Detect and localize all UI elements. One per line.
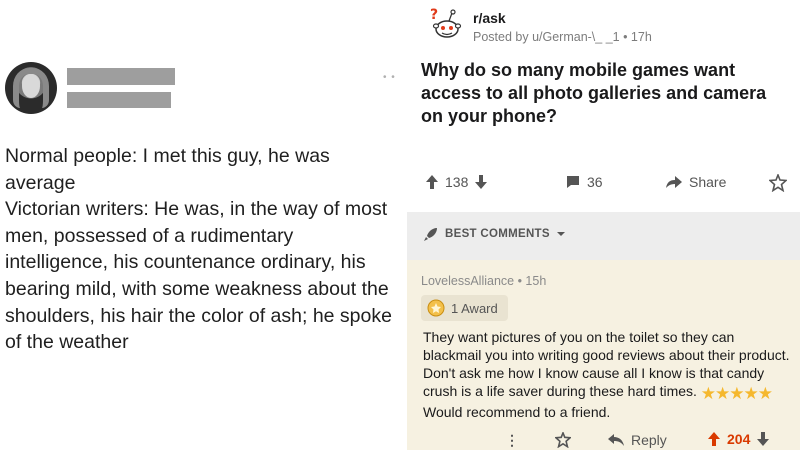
best-comments-label: BEST COMMENTS	[445, 228, 550, 240]
tweet-text: Normal people: I met this guy, he was av…	[5, 145, 392, 354]
comment-vote-control: 204	[707, 431, 770, 447]
post-vote-control: 138	[425, 174, 488, 190]
sort-comments-control[interactable]: BEST COMMENTS	[407, 212, 800, 256]
comment-vote-count: 204	[727, 431, 751, 447]
downvote-icon[interactable]	[474, 174, 488, 190]
share-label: Share	[689, 174, 727, 190]
comment-count: 36	[587, 174, 603, 190]
reply-label: Reply	[631, 432, 667, 448]
reply-button[interactable]: Reply	[607, 432, 667, 448]
more-dots-icon[interactable]: • •	[383, 72, 396, 83]
star-emoji-icons: ★★★★★	[700, 384, 773, 403]
upvote-active-icon[interactable]	[707, 431, 721, 447]
reddit-post: ? r/ask Posted by u/German-\_ _1 • 17h W…	[407, 0, 800, 450]
comment-body-ending: Would recommend to a friend.	[423, 404, 611, 420]
downvote-icon[interactable]	[756, 431, 770, 447]
award-button[interactable]	[769, 174, 787, 192]
award-icon	[769, 174, 787, 192]
comment-author[interactable]: LovelessAlliance • 15h	[421, 274, 546, 288]
comments-button[interactable]: 36	[565, 174, 603, 190]
reply-arrow-icon	[608, 434, 624, 446]
caret-down-icon	[556, 232, 565, 236]
comment-action-bar: ⋮ Reply 204	[407, 430, 800, 454]
redacted-display-name	[67, 68, 175, 85]
post-action-bar: 138 36 Share	[407, 168, 800, 198]
svg-text:?: ?	[430, 7, 438, 23]
avatar-face	[22, 74, 40, 98]
award-icon	[555, 432, 571, 448]
redacted-handle	[67, 92, 171, 108]
gold-award-icon	[427, 299, 445, 317]
upvote-icon[interactable]	[425, 174, 439, 190]
share-icon	[666, 176, 682, 188]
avatar[interactable]	[5, 62, 57, 114]
rocket-icon	[424, 228, 437, 241]
award-badge[interactable]: 1 Award	[421, 295, 508, 321]
tweet-card: • • Normal people: I met this guy, he wa…	[0, 0, 402, 450]
more-options-icon[interactable]: ⋮	[505, 432, 520, 449]
post-title[interactable]: Why do so many mobile games want access …	[421, 59, 793, 128]
post-vote-count: 138	[445, 174, 469, 190]
posted-by: Posted by u/German-\_ _1 • 17h	[473, 30, 652, 44]
comments-area: BEST COMMENTS LovelessAlliance • 15h 1 A…	[407, 212, 800, 450]
subreddit-name[interactable]: r/ask	[473, 10, 506, 26]
subreddit-snoo-icon[interactable]: ?	[427, 7, 463, 43]
comment-award-button[interactable]	[555, 432, 571, 448]
award-count-label: 1 Award	[451, 300, 498, 316]
comment-icon	[567, 176, 579, 188]
comment: LovelessAlliance • 15h 1 Award They want…	[407, 260, 800, 450]
share-button[interactable]: Share	[665, 174, 726, 190]
comment-body: They want pictures of you on the toilet …	[423, 328, 791, 421]
